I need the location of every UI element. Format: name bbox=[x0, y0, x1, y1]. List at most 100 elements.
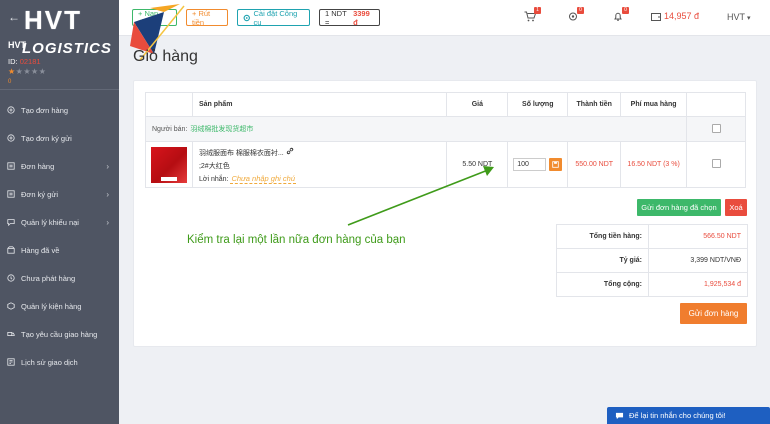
fee-cell: 16.50 NDT (3 %) bbox=[620, 141, 688, 188]
notifications-button[interactable]: 0 bbox=[612, 7, 629, 23]
submit-order-button[interactable]: Gửi đơn hàng bbox=[680, 303, 747, 324]
product-note: Lời nhắn: Chưa nhập ghi chú bbox=[198, 173, 446, 184]
history-icon bbox=[6, 358, 15, 367]
item-checkbox[interactable] bbox=[711, 159, 721, 168]
delete-button[interactable]: Xoá bbox=[725, 199, 747, 216]
sidebar-item-arrived[interactable]: Hàng đã về bbox=[0, 236, 119, 264]
sidebar-item-create-order[interactable]: Tạo đơn hàng bbox=[0, 96, 119, 124]
seller-label: Người bán: bbox=[152, 126, 188, 133]
user-id-label: ID: bbox=[8, 57, 18, 66]
sidebar-item-label: Chưa phát hàng bbox=[21, 273, 76, 283]
settings-count-badge: 0 bbox=[577, 7, 584, 14]
list-icon bbox=[6, 190, 15, 199]
sidebar-item-label: Lịch sử giao dịch bbox=[21, 357, 78, 367]
clock-icon bbox=[6, 274, 15, 283]
seller-checkbox[interactable] bbox=[711, 123, 721, 133]
settings-button[interactable]: 0 bbox=[567, 7, 584, 23]
column-header-fee: Phí mua hàng bbox=[620, 92, 688, 117]
user-menu-name: HVT bbox=[727, 12, 745, 22]
user-menu[interactable]: HVT ▾ bbox=[727, 12, 751, 22]
back-arrow-icon[interactable]: ← bbox=[8, 10, 20, 24]
wallet-icon bbox=[651, 12, 661, 21]
top-bar: + Nạp tiền + Rút tiền Cài đặt Công cụ 1 … bbox=[119, 0, 770, 36]
user-id-value: 02181 bbox=[19, 57, 41, 66]
summary-value: 566.50 NDT bbox=[648, 224, 748, 249]
column-header-select bbox=[686, 92, 746, 117]
note-label: Lời nhắn: bbox=[198, 175, 229, 183]
sidebar-item-label: Quản lý kiện hàng bbox=[21, 301, 82, 311]
summary-label: Tổng tiền hàng: bbox=[556, 224, 649, 249]
product-name[interactable]: 羽绒服面布 棉服棉衣面衬... bbox=[199, 150, 284, 157]
product-cell: 羽绒服面布 棉服棉衣面衬... ;2#大红色 Lời nhắn: Chưa nh… bbox=[191, 141, 448, 188]
sidebar-item-orders[interactable]: Đơn hàng › bbox=[0, 152, 119, 180]
tools-settings-label: Cài đặt Công cụ bbox=[253, 8, 298, 27]
column-header-thumb bbox=[145, 92, 193, 117]
chevron-right-icon: › bbox=[106, 189, 109, 199]
user-id: ID: 02181 bbox=[8, 57, 41, 66]
product-name-line: 羽绒服面布 棉服棉衣面衬... bbox=[199, 147, 446, 158]
sidebar-item-label: Đơn hàng bbox=[21, 161, 55, 171]
list-icon bbox=[6, 162, 15, 171]
sidebar-item-transactions[interactable]: Lịch sử giao dịch bbox=[0, 348, 119, 376]
cart-count-badge: 1 bbox=[534, 7, 541, 14]
sidebar-divider bbox=[0, 89, 119, 90]
order-summary: Tổng tiền hàng: 566.50 NDT Tỷ giá: 3,399… bbox=[556, 224, 748, 297]
star-icon: ★ bbox=[23, 67, 32, 76]
seller-row: Người bán: 羽绒棉批发现货超市 bbox=[144, 116, 746, 142]
cart-table: Sản phẩm Giá Số lượng Thành tiền Phí mua… bbox=[144, 92, 746, 188]
summary-row: Tổng cộng: 1,925,534 đ bbox=[556, 272, 748, 297]
withdraw-button[interactable]: + Rút tiền bbox=[186, 9, 228, 27]
chat-widget-button[interactable]: Để lại tin nhắn cho chúng tôi! bbox=[607, 407, 770, 424]
sidebar-item-not-shipped[interactable]: Chưa phát hàng bbox=[0, 264, 119, 292]
product-variant: ;2#大红色 bbox=[198, 162, 230, 170]
seller-select-cell bbox=[686, 116, 746, 142]
link-icon[interactable] bbox=[286, 147, 294, 155]
sidebar-item-delivery-request[interactable]: Tạo yêu cầu giao hàng bbox=[0, 320, 119, 348]
seller-name-link[interactable]: 羽绒棉批发现货超市 bbox=[190, 126, 253, 133]
column-header-quantity: Số lượng bbox=[507, 92, 569, 117]
user-score: 0 bbox=[8, 79, 12, 85]
summary-row: Tổng tiền hàng: 566.50 NDT bbox=[556, 224, 748, 249]
seller-info: Người bán: 羽绒棉批发现货超市 bbox=[144, 116, 688, 142]
product-thumbnail[interactable] bbox=[150, 146, 187, 183]
sidebar-item-label: Tạo đơn ký gửi bbox=[21, 133, 72, 143]
sidebar-item-complaints[interactable]: Quản lý khiếu nại › bbox=[0, 208, 119, 236]
price-cell: 5.50 NDT bbox=[446, 141, 509, 188]
save-icon bbox=[552, 161, 559, 168]
note-input[interactable]: Chưa nhập ghi chú bbox=[230, 173, 296, 184]
sidebar-item-packages[interactable]: Quản lý kiện hàng bbox=[0, 292, 119, 320]
notifications-count-badge: 0 bbox=[622, 7, 629, 14]
sidebar-item-create-consignment[interactable]: Tạo đơn ký gửi bbox=[0, 124, 119, 152]
box-icon bbox=[6, 246, 15, 255]
total-cell: 550.00 NDT bbox=[567, 141, 622, 188]
chat-icon bbox=[615, 412, 624, 419]
save-quantity-button[interactable] bbox=[549, 158, 563, 171]
cart-card: Sản phẩm Giá Số lượng Thành tiền Phí mua… bbox=[133, 80, 757, 347]
sidebar-item-consignment-orders[interactable]: Đơn ký gửi › bbox=[0, 180, 119, 208]
truck-icon bbox=[6, 330, 15, 339]
deposit-button[interactable]: + Nạp tiền bbox=[132, 9, 177, 27]
star-icon: ★ bbox=[38, 67, 47, 76]
summary-value: 3,399 NDT/VNĐ bbox=[648, 248, 748, 273]
sidebar-item-label: Tạo đơn hàng bbox=[21, 105, 69, 115]
chevron-right-icon: › bbox=[106, 161, 109, 171]
rating-stars: ★★★★★ bbox=[8, 67, 46, 76]
exchange-rate-badge: 1 NDT = 3399 đ bbox=[319, 9, 380, 27]
summary-label: Tỷ giá: bbox=[556, 248, 649, 273]
plus-circle-icon bbox=[6, 106, 15, 115]
tools-settings-button[interactable]: Cài đặt Công cụ bbox=[237, 8, 310, 27]
cart-button[interactable]: 1 bbox=[524, 7, 541, 23]
chevron-down-icon: ▾ bbox=[747, 15, 751, 22]
chat-widget-label: Để lại tin nhắn cho chúng tôi! bbox=[629, 411, 726, 420]
table-row: 羽绒服面布 棉服棉衣面衬... ;2#大红色 Lời nhắn: Chưa nh… bbox=[145, 141, 746, 188]
user-name: HVT bbox=[8, 40, 26, 50]
wallet-balance[interactable]: 14,957 đ bbox=[651, 11, 699, 21]
summary-label: Tổng cộng: bbox=[556, 272, 649, 297]
plus-circle-icon bbox=[6, 134, 15, 143]
summary-value: 1,925,534 đ bbox=[648, 272, 748, 297]
table-header-row: Sản phẩm Giá Số lượng Thành tiền Phí mua… bbox=[145, 92, 746, 117]
column-header-product: Sản phẩm bbox=[191, 92, 448, 117]
quantity-input[interactable]: 100 bbox=[513, 158, 547, 171]
chevron-right-icon: › bbox=[106, 217, 109, 227]
send-selected-orders-button[interactable]: Gửi đơn hàng đã chọn bbox=[637, 199, 721, 216]
